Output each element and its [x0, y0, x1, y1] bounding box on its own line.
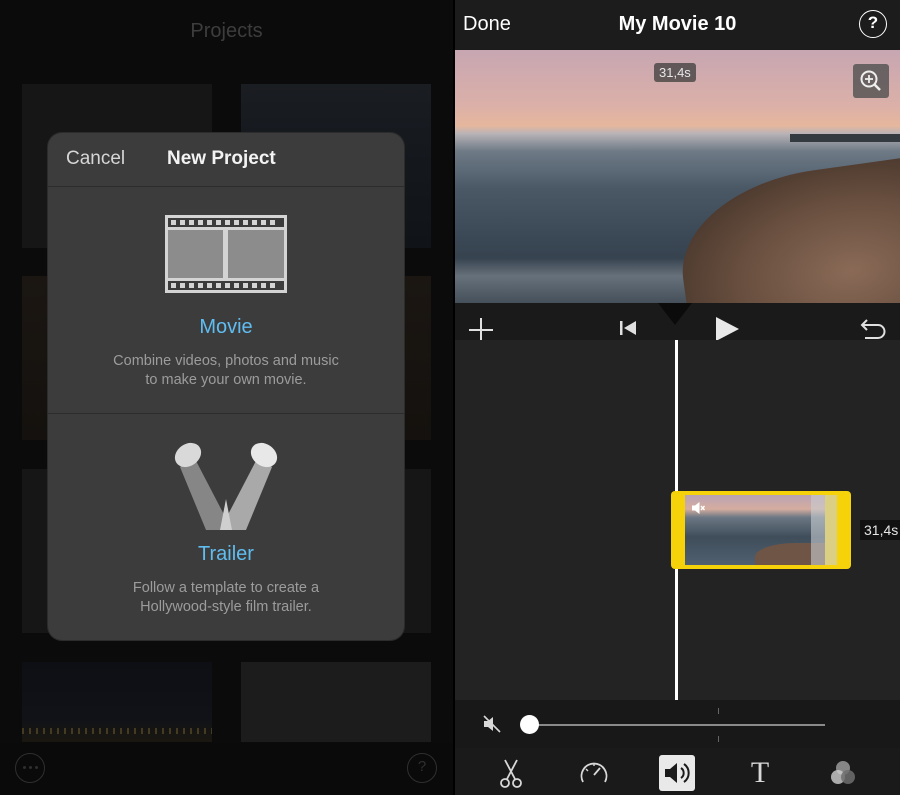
volume-default-tick: [718, 708, 719, 714]
zoom-in-icon: [860, 70, 881, 91]
volume-slider-track[interactable]: [530, 724, 825, 726]
projects-title: Projects: [190, 20, 263, 42]
clip-thumbnail: [685, 495, 825, 565]
project-thumbnail[interactable]: [22, 662, 212, 742]
video-clip[interactable]: [671, 491, 851, 569]
trailer-option-label: Trailer: [198, 543, 254, 565]
movie-editor: Done My Movie 10 ? 31,4s 31,4s T: [455, 0, 900, 795]
projects-screen: Projects ? Cancel New Project Movie Comb…: [0, 0, 453, 795]
video-preview[interactable]: 31,4s: [455, 50, 900, 303]
project-thumbnail[interactable]: [241, 662, 431, 742]
trailer-option[interactable]: Trailer Follow a template to create a Ho…: [48, 415, 404, 640]
speaker-icon: [665, 763, 690, 783]
volume-tool-button[interactable]: [659, 755, 695, 791]
volume-slider-knob[interactable]: [520, 715, 539, 734]
dialog-header: Cancel New Project: [48, 133, 404, 187]
undo-icon[interactable]: [859, 316, 889, 342]
projects-bottom-bar: ?: [0, 743, 453, 795]
text-icon: T: [750, 756, 770, 789]
titles-tool-button[interactable]: T: [742, 755, 778, 791]
clip-duration-label: 31,4s: [860, 520, 900, 540]
movie-option-description: Combine videos, photos and music to make…: [113, 353, 339, 388]
filters-tool-button[interactable]: [825, 755, 861, 791]
play-icon[interactable]: [713, 315, 741, 343]
scissors-icon: [500, 759, 522, 788]
mute-icon[interactable]: [483, 715, 501, 733]
film-strip-icon: [165, 215, 287, 293]
new-project-dialog: Cancel New Project Movie Combine videos,…: [48, 133, 404, 640]
editor-top-bar: Done My Movie 10 ?: [455, 0, 900, 50]
spotlights-icon: [174, 442, 278, 530]
clip-muted-icon: [692, 502, 705, 514]
skip-to-start-icon[interactable]: [618, 319, 638, 337]
clip-transition-frame: [811, 495, 837, 565]
playhead-marker: [658, 303, 692, 325]
speed-tool-button[interactable]: [576, 755, 612, 791]
preview-shore: [670, 157, 900, 303]
help-button[interactable]: ?: [859, 10, 887, 38]
volume-default-tick: [718, 736, 719, 742]
editor-toolbar: T: [455, 748, 900, 795]
help-icon[interactable]: ?: [407, 753, 437, 783]
speedometer-icon: [580, 762, 608, 783]
volume-bar: [455, 700, 900, 748]
preview-duration-badge: 31,4s: [654, 63, 696, 82]
more-options-icon[interactable]: [15, 753, 45, 783]
cancel-button[interactable]: Cancel: [66, 148, 125, 170]
split-tool-button[interactable]: [493, 755, 529, 791]
movie-title: My Movie 10: [618, 13, 737, 35]
filters-icon: [831, 761, 855, 784]
zoom-button[interactable]: [853, 64, 889, 98]
movie-option-label: Movie: [199, 316, 253, 338]
trailer-option-description: Follow a template to create a Hollywood-…: [132, 580, 320, 615]
movie-option[interactable]: Movie Combine videos, photos and music t…: [48, 188, 404, 414]
dialog-title: New Project: [167, 148, 276, 169]
preview-pier: [790, 134, 900, 142]
